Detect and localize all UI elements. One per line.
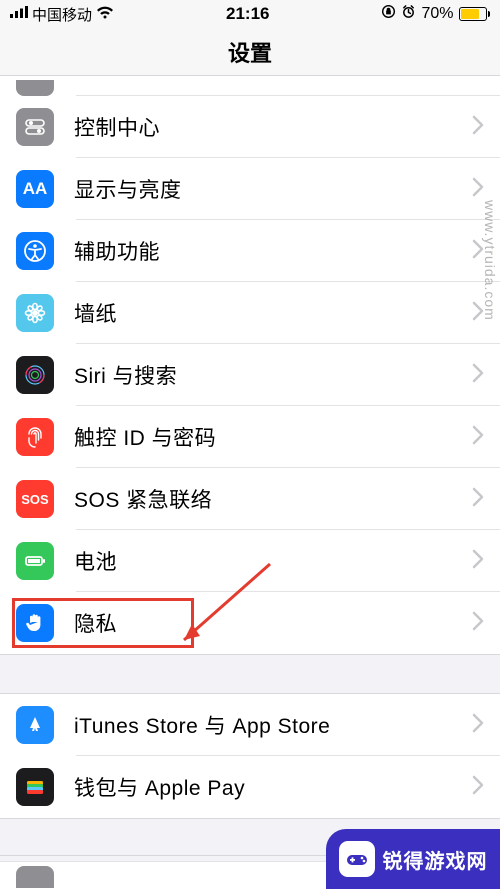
status-time: 21:16 <box>226 4 269 24</box>
row-wallet-apple-pay[interactable]: 钱包与 Apple Pay <box>0 756 500 818</box>
battery-fill <box>461 9 479 19</box>
row-itunes-app-store[interactable]: iTunes Store 与 App Store <box>0 694 500 756</box>
row-battery[interactable]: 电池 <box>0 530 500 592</box>
carrier-label: 中国移动 <box>32 4 92 25</box>
row-label: 控制中心 <box>74 112 472 142</box>
siri-icon <box>16 356 54 394</box>
row-label: 隐私 <box>74 608 472 638</box>
battery-percent: 70% <box>421 5 453 23</box>
chevron-right-icon <box>472 549 484 574</box>
sos-icon: SOS <box>16 480 54 518</box>
row-partial-bottom[interactable] <box>0 861 326 889</box>
wifi-icon <box>96 5 114 24</box>
nav-title: 设置 <box>0 28 500 76</box>
row-general[interactable] <box>0 76 500 96</box>
row-label: Siri 与搜索 <box>74 360 472 390</box>
brand-text: 锐得游戏网 <box>383 845 488 874</box>
wallet-icon <box>16 768 54 806</box>
chevron-right-icon <box>472 775 484 800</box>
battery-row-icon <box>16 542 54 580</box>
row-label: 触控 ID 与密码 <box>74 422 472 452</box>
row-label: 显示与亮度 <box>74 174 472 204</box>
gamepad-icon <box>339 841 375 877</box>
row-wallpaper[interactable]: 墙纸 <box>0 282 500 344</box>
row-privacy[interactable]: 隐私 <box>0 592 500 654</box>
status-left: 中国移动 <box>10 4 114 25</box>
text-size-icon: AA <box>16 170 54 208</box>
flower-icon <box>16 294 54 332</box>
chevron-right-icon <box>472 177 484 202</box>
chevron-right-icon <box>472 425 484 450</box>
row-display-brightness[interactable]: AA 显示与亮度 <box>0 158 500 220</box>
row-accessibility[interactable]: 辅助功能 <box>0 220 500 282</box>
group-separator <box>0 654 500 694</box>
chevron-right-icon <box>472 713 484 738</box>
row-label: iTunes Store 与 App Store <box>74 710 472 740</box>
status-bar: 中国移动 21:16 70% <box>0 0 500 28</box>
watermark-text: www.ytruida.com <box>482 200 498 321</box>
settings-group-2: iTunes Store 与 App Store 钱包与 Apple Pay <box>0 694 500 818</box>
row-siri-search[interactable]: Siri 与搜索 <box>0 344 500 406</box>
orientation-lock-icon <box>381 4 396 24</box>
row-touch-id-passcode[interactable]: 触控 ID 与密码 <box>0 406 500 468</box>
row-label: 辅助功能 <box>74 236 472 266</box>
row-emergency-sos[interactable]: SOS SOS 紧急联络 <box>0 468 500 530</box>
chevron-right-icon <box>472 611 484 636</box>
alarm-icon <box>401 4 416 24</box>
row-label: 墙纸 <box>74 298 472 328</box>
fingerprint-icon <box>16 418 54 456</box>
toggles-icon <box>16 108 54 146</box>
chevron-right-icon <box>472 115 484 140</box>
settings-group-1: 控制中心 AA 显示与亮度 辅助功能 墙纸 <box>0 76 500 654</box>
row-label: 电池 <box>74 546 472 576</box>
unknown-icon <box>16 866 54 888</box>
cellular-signal-icon <box>10 5 28 23</box>
row-label: 钱包与 Apple Pay <box>74 772 472 802</box>
settings-screen: 中国移动 21:16 70% 设置 <box>0 0 500 889</box>
app-store-icon <box>16 706 54 744</box>
row-control-center[interactable]: 控制中心 <box>0 96 500 158</box>
accessibility-icon <box>16 232 54 270</box>
row-label: SOS 紧急联络 <box>74 484 472 514</box>
battery-icon <box>459 7 491 21</box>
brand-badge: 锐得游戏网 <box>326 829 500 889</box>
status-right: 70% <box>381 4 490 24</box>
chevron-right-icon <box>472 363 484 388</box>
chevron-right-icon <box>472 487 484 512</box>
hand-privacy-icon <box>16 604 54 642</box>
gear-icon <box>16 80 54 96</box>
